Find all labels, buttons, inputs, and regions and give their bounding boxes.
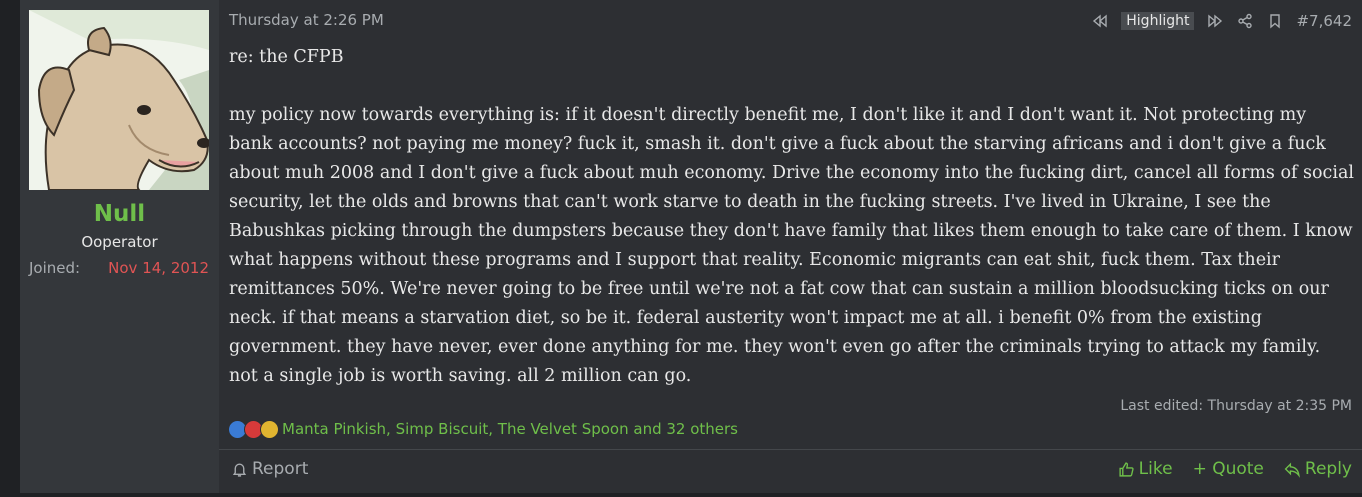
joined-label: Joined: [29, 259, 81, 277]
thumbs-up-icon [1119, 461, 1134, 477]
reply-icon [1284, 462, 1300, 478]
reaction-icons [228, 419, 279, 439]
post-line-subject: re: the CFPB [229, 47, 344, 67]
post-main: Thursday at 2:26 PM Highlight #7,642 re:… [219, 0, 1362, 493]
like-button[interactable]: Like [1118, 459, 1173, 479]
post-number[interactable]: #7,642 [1296, 12, 1352, 30]
like-label: Like [1138, 459, 1173, 479]
user-avatar[interactable] [29, 10, 209, 190]
footer-actions: Like + Quote Reply [1118, 459, 1352, 479]
highlight-button[interactable]: Highlight [1121, 12, 1195, 30]
joined-date: Nov 14, 2012 [108, 259, 209, 277]
user-sidebar: Null Ooperator Joined: Nov 14, 2012 [20, 0, 219, 493]
username[interactable]: Null [20, 201, 219, 227]
last-edited: Last edited: Thursday at 2:35 PM [1120, 398, 1352, 414]
report-button[interactable]: Report [231, 459, 308, 479]
reactions-bar[interactable]: Manta Pinkish, Simp Biscuit, The Velvet … [228, 417, 738, 441]
quote-button[interactable]: + Quote [1193, 459, 1264, 479]
post-container: Null Ooperator Joined: Nov 14, 2012 Thur… [20, 0, 1362, 493]
post-paragraph: my policy now towards everything is: if … [229, 105, 1354, 386]
post-actions: Highlight #7,642 [1091, 10, 1352, 32]
dog-avatar-image [29, 10, 209, 190]
bookmark-icon[interactable] [1266, 12, 1284, 30]
rewind-icon[interactable] [1091, 12, 1109, 30]
fast-forward-icon[interactable] [1206, 12, 1224, 30]
share-icon[interactable] [1236, 12, 1254, 30]
bell-icon [232, 463, 247, 477]
user-title: Ooperator [81, 233, 158, 251]
reply-button[interactable]: Reply [1284, 459, 1352, 479]
reaction-users[interactable]: Manta Pinkish, Simp Biscuit, The Velvet … [282, 420, 738, 438]
post-body: re: the CFPB my policy now towards every… [229, 43, 1354, 391]
quote-label: + Quote [1192, 459, 1264, 479]
medal-reaction-icon [260, 419, 279, 439]
reply-label: Reply [1304, 459, 1352, 479]
post-date[interactable]: Thursday at 2:26 PM [229, 11, 384, 29]
report-label: Report [252, 459, 309, 479]
post-footer: Report Like + Quote Reply [219, 449, 1362, 494]
